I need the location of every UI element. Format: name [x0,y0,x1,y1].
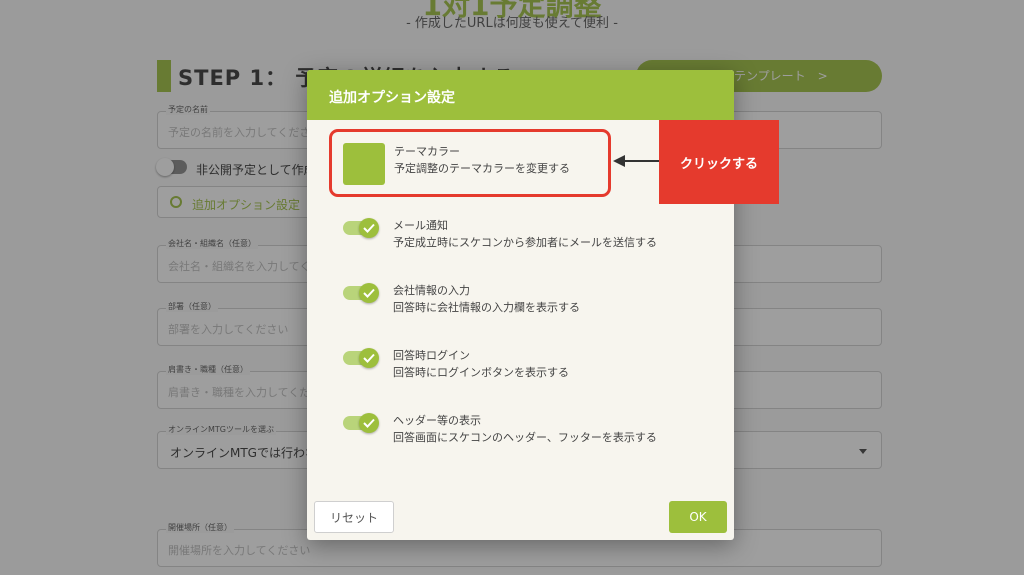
mail-notify-toggle[interactable] [343,218,379,238]
modal-header: 追加オプション設定 [307,70,734,120]
modal-title: 追加オプション設定 [329,90,455,106]
option-description: 回答時に会社情報の入力欄を表示する [393,301,580,314]
callout-label: クリックする [679,157,758,172]
reset-button[interactable]: リセット [314,501,394,533]
header-display-toggle[interactable] [343,413,379,433]
arrow-left-icon [613,155,659,167]
toggle-knob [359,283,379,303]
answer-login-toggle[interactable] [343,348,379,368]
toggle-knob [359,218,379,238]
check-icon [363,418,375,428]
toggle-knob [359,348,379,368]
ok-button[interactable]: OK [669,501,727,533]
toggle-knob [359,413,379,433]
check-icon [363,288,375,298]
company-info-toggle[interactable] [343,283,379,303]
check-icon [363,223,375,233]
option-title: 会社情報の入力 [393,284,470,297]
option-title: メール通知 [393,219,448,232]
option-description: 回答時にログインボタンを表示する [393,366,569,379]
highlight-frame [329,129,611,197]
check-icon [363,353,375,363]
option-title: 回答時ログイン [393,349,470,362]
option-description: 予定成立時にスケコンから参加者にメールを送信する [393,236,657,249]
click-callout: クリックする [659,120,779,204]
option-title: ヘッダー等の表示 [393,414,481,427]
option-description: 回答画面にスケコンのヘッダー、フッターを表示する [393,431,657,444]
